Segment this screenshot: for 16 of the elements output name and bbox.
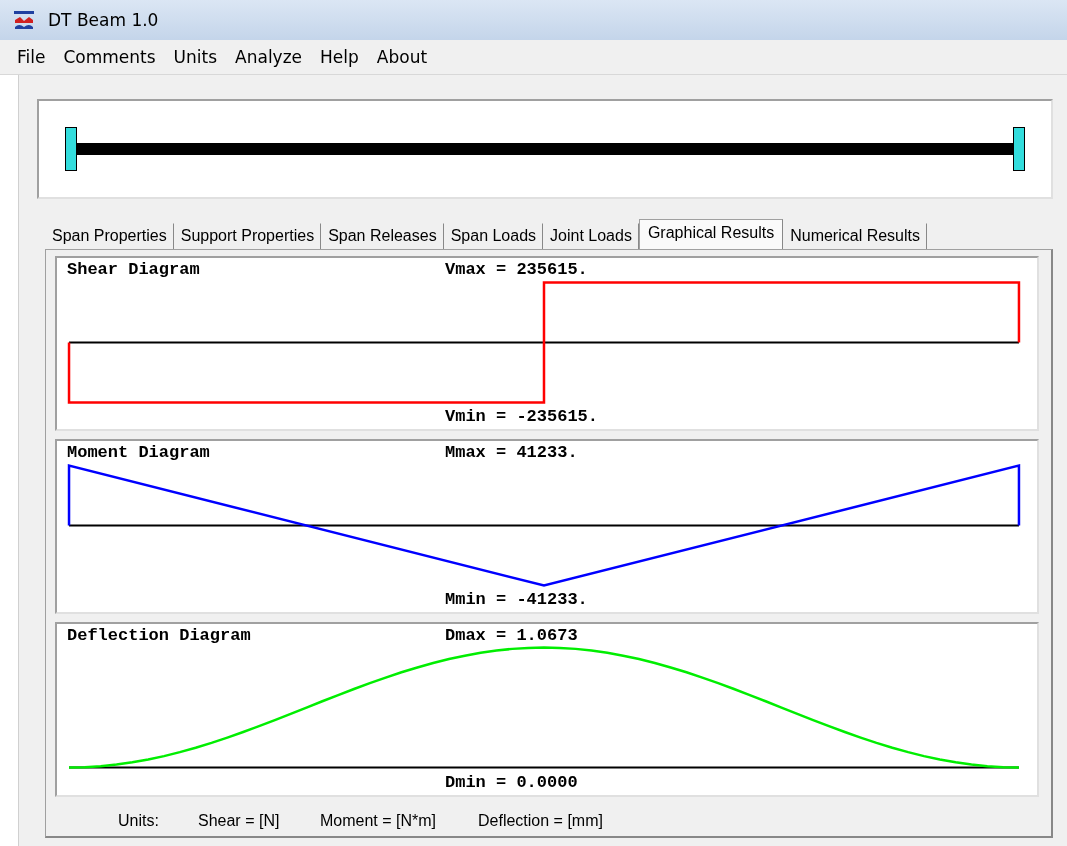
menu-item[interactable]: File — [10, 47, 53, 67]
units-label: Deflection = [mm] — [478, 811, 604, 830]
units-label: Shear = [N] — [198, 811, 281, 830]
tab[interactable]: Graphical Results — [638, 219, 784, 249]
menu-item[interactable]: Comments — [56, 47, 163, 67]
support — [1013, 127, 1025, 171]
diagram-title: Shear Diagram — [67, 260, 200, 280]
units-label: Units: — [118, 811, 160, 830]
menu-item[interactable]: Units — [166, 47, 225, 67]
menu-item[interactable]: About — [369, 47, 435, 67]
support — [65, 127, 77, 171]
units-label: Moment = [N*m] — [320, 811, 438, 830]
window-title: DT Beam 1.0 — [48, 10, 159, 30]
menu-item[interactable]: Help — [313, 47, 366, 67]
menu-item[interactable]: Analyze — [228, 47, 310, 67]
app-icon — [14, 10, 34, 30]
